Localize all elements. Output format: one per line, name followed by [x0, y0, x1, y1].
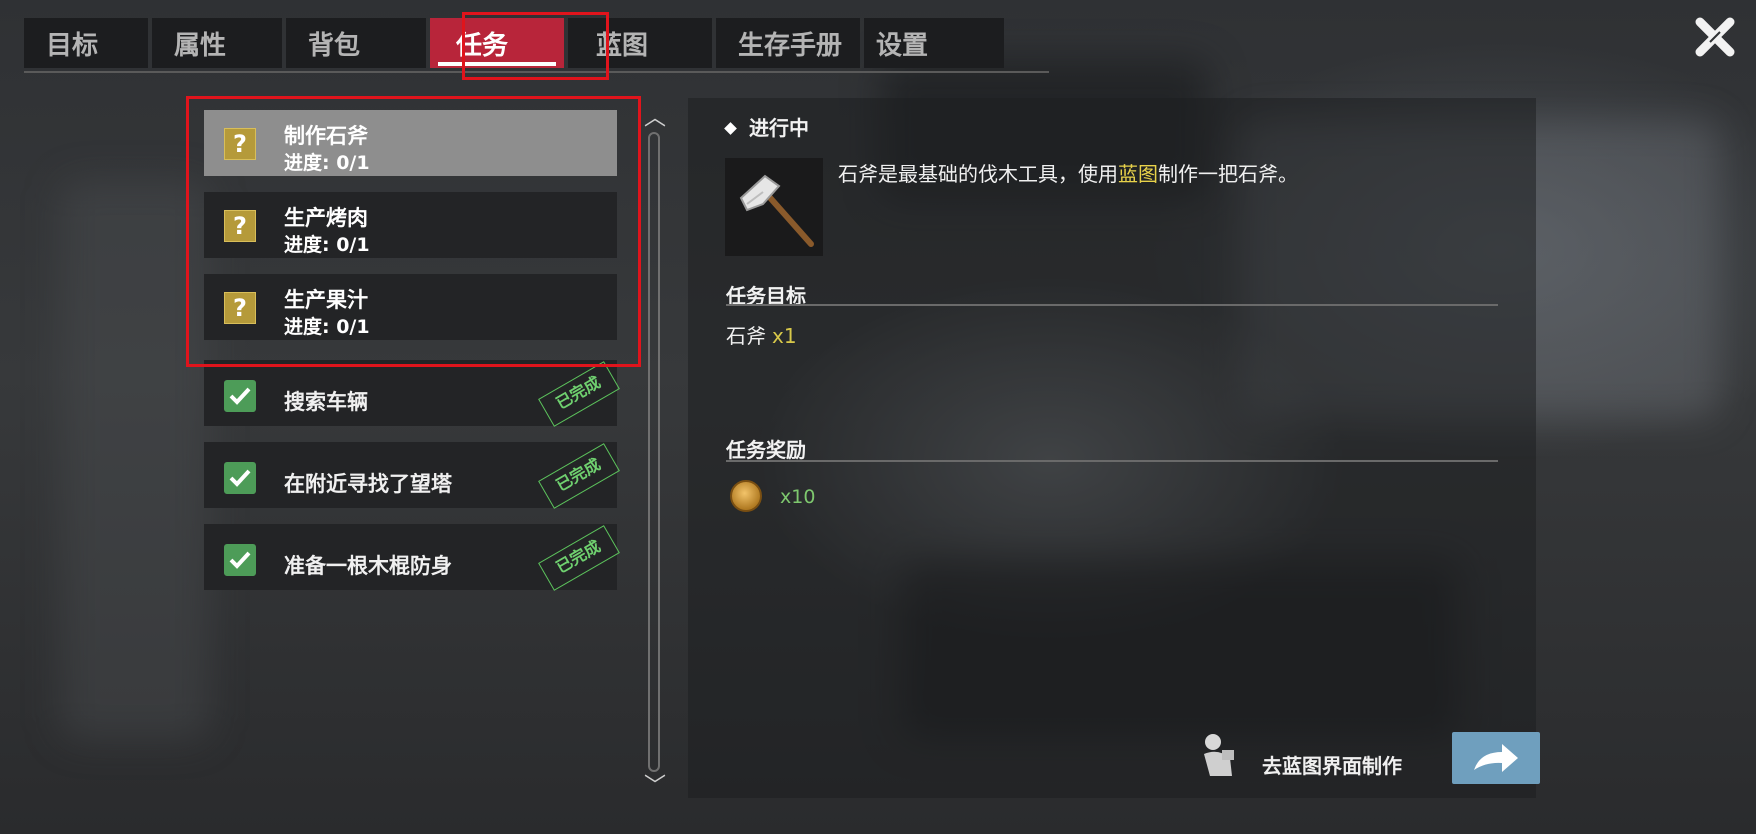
craft-label: 去蓝图界面制作 [1262, 754, 1402, 778]
scroll-track[interactable] [648, 132, 660, 772]
tab-attributes[interactable]: 属性 [152, 18, 282, 68]
quest-item[interactable]: 搜索车辆 已完成 [204, 360, 620, 427]
goal-requirement: 石斧 x1 [726, 320, 797, 349]
go-to-blueprint-button[interactable] [1452, 732, 1540, 784]
completed-stamp: 已完成 [538, 361, 620, 427]
tab-label: 目标 [46, 30, 99, 61]
status-text: 进行中 [749, 116, 809, 140]
chevron-up-icon[interactable]: ︿ [642, 108, 668, 130]
tab-label: 生存手册 [738, 30, 843, 61]
checkmark-icon [224, 544, 256, 576]
reward-heading: 任务奖励 [726, 438, 806, 462]
tab-label: 属性 [174, 30, 227, 61]
tab-label: 背包 [308, 30, 361, 61]
description-text: 石斧是最基础的伐木工具，使用 [838, 162, 1118, 186]
quest-title: 在附近寻找了望塔 [284, 472, 452, 496]
close-button[interactable] [1690, 12, 1740, 62]
stone-axe-icon [725, 158, 823, 256]
highlight-box-quests [186, 96, 641, 367]
blueprint-link[interactable]: 蓝图 [1118, 162, 1158, 186]
quest-item[interactable]: 在附近寻找了望塔 已完成 [204, 442, 620, 509]
divider [726, 460, 1498, 462]
reward-qty: x10 [780, 486, 816, 508]
chevron-down-icon[interactable]: ﹀ [642, 776, 668, 798]
goal-item: 石斧 [726, 324, 766, 348]
coin-icon [730, 480, 762, 512]
quest-title: 搜索车辆 [284, 390, 368, 414]
description-text: 制作一把石斧。 [1158, 162, 1298, 186]
tab-goals[interactable]: 目标 [24, 18, 148, 68]
checkmark-icon [224, 462, 256, 494]
quest-item[interactable]: 准备一根木棍防身 已完成 [204, 524, 620, 591]
tab-backpack[interactable]: 背包 [286, 18, 426, 68]
completed-stamp: 已完成 [538, 525, 620, 591]
quest-status: 进行中 [724, 112, 809, 141]
highlight-box-tab [462, 12, 609, 80]
tab-survival-manual[interactable]: 生存手册 [716, 18, 860, 68]
tab-settings[interactable]: 设置 [864, 18, 1004, 68]
arrow-right-icon [1474, 744, 1518, 772]
close-icon [1695, 17, 1735, 57]
checkmark-icon [224, 380, 256, 412]
goal-qty: x1 [772, 324, 797, 348]
quest-detail-panel: 进行中 石斧是最基础的伐木工具，使用蓝图制作一把石斧。 任务目标 石斧 x1 任务… [688, 98, 1540, 798]
quest-scrollbar[interactable]: ︿ ﹀ [640, 108, 670, 800]
divider [726, 304, 1498, 306]
tab-label: 设置 [876, 30, 929, 61]
diamond-icon [724, 122, 737, 135]
quest-description: 石斧是最基础的伐木工具，使用蓝图制作一把石斧。 [838, 158, 1298, 187]
completed-stamp: 已完成 [538, 443, 620, 509]
character-icon [1198, 732, 1238, 778]
quest-title: 准备一根木棍防身 [284, 554, 452, 578]
